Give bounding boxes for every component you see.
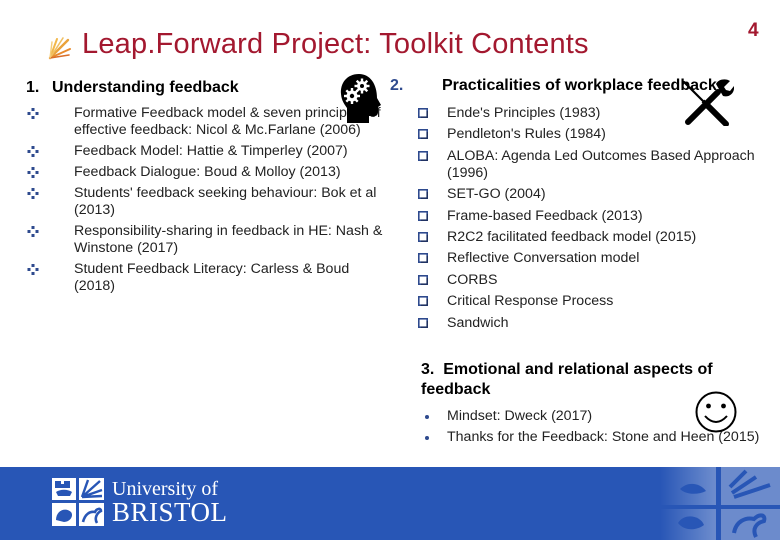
- university-of-bristol-logo[interactable]: University of BRISTOL: [52, 478, 228, 526]
- square-bullet-icon: [418, 274, 428, 285]
- page-title: Leap.Forward Project: Toolkit Contents: [82, 28, 589, 60]
- crest-watermark-icon: [660, 467, 780, 540]
- diamond-dots-bullet-icon: [27, 264, 39, 275]
- list-item: ALOBA: Agenda Led Outcomes Based Approac…: [416, 148, 776, 182]
- square-bullet-icon: [418, 296, 428, 307]
- list-item: Feedback Model: Hattie & Timperley (2007…: [26, 143, 386, 160]
- list-item: Feedback Dialogue: Boud & Molloy (2013): [26, 164, 386, 181]
- section-title: Emotional and relational aspects of feed…: [421, 361, 713, 398]
- square-bullet-icon: [418, 129, 428, 140]
- square-bullet-icon: [418, 150, 428, 161]
- section-understanding-feedback: 1. Understanding feedback Formative Feedb…: [26, 78, 386, 299]
- logo-text: University of BRISTOL: [112, 477, 228, 527]
- diamond-dots-bullet-icon: [27, 188, 39, 199]
- section-list: Formative Feedback model & seven princip…: [26, 105, 386, 295]
- list-item: Pendleton's Rules (1984): [416, 126, 776, 143]
- section-number: 3.: [421, 361, 435, 378]
- section-number: 1.: [26, 79, 40, 96]
- square-bullet-icon: [418, 253, 428, 264]
- list-item: R2C2 facilitated feedback model (2015): [416, 229, 776, 246]
- square-bullet-icon: [418, 210, 428, 221]
- list-item: Students' feedback seeking behaviour: Bo…: [26, 185, 386, 219]
- list-item: Responsibility-sharing in feedback in HE…: [26, 223, 386, 257]
- head-gears-icon: [340, 74, 381, 123]
- smiley-face-icon: [695, 391, 737, 433]
- list-item: Reflective Conversation model: [416, 250, 776, 267]
- section-title: Understanding feedback: [52, 79, 239, 96]
- list-item: SET-GO (2004): [416, 186, 776, 203]
- square-bullet-icon: [418, 317, 428, 328]
- list-item: CORBS: [416, 272, 776, 289]
- title-row: Leap.Forward Project: Toolkit Contents: [46, 28, 589, 61]
- list-item: Formative Feedback model & seven princip…: [26, 105, 386, 139]
- diamond-dots-bullet-icon: [27, 108, 39, 119]
- list-item: Student Feedback Literacy: Carless & Bou…: [26, 261, 386, 295]
- section-title: Practicalities of workplace feedback: [442, 77, 717, 94]
- footer-banner: University of BRISTOL: [0, 467, 780, 540]
- square-bullet-icon: [418, 108, 428, 118]
- square-bullet-icon: [418, 189, 428, 200]
- dot-bullet-icon: [425, 436, 429, 440]
- leapforward-logo-icon: [48, 36, 71, 59]
- list-item: Critical Response Process: [416, 293, 776, 310]
- diamond-dots-bullet-icon: [27, 146, 39, 157]
- section-list: Ende's Principles (1983) Pendleton's Rul…: [416, 105, 776, 332]
- square-bullet-icon: [418, 231, 428, 242]
- slide-number: 4: [748, 20, 759, 41]
- dot-bullet-icon: [425, 415, 429, 419]
- section-number: 2.: [390, 77, 404, 94]
- list-item: Sandwich: [416, 315, 776, 332]
- diamond-dots-bullet-icon: [27, 167, 39, 178]
- list-item: Frame-based Feedback (2013): [416, 208, 776, 225]
- diamond-dots-bullet-icon: [27, 226, 39, 237]
- section-heading: 1. Understanding feedback: [26, 78, 386, 98]
- university-crest-icon: [52, 478, 104, 526]
- tools-icon: [682, 79, 734, 126]
